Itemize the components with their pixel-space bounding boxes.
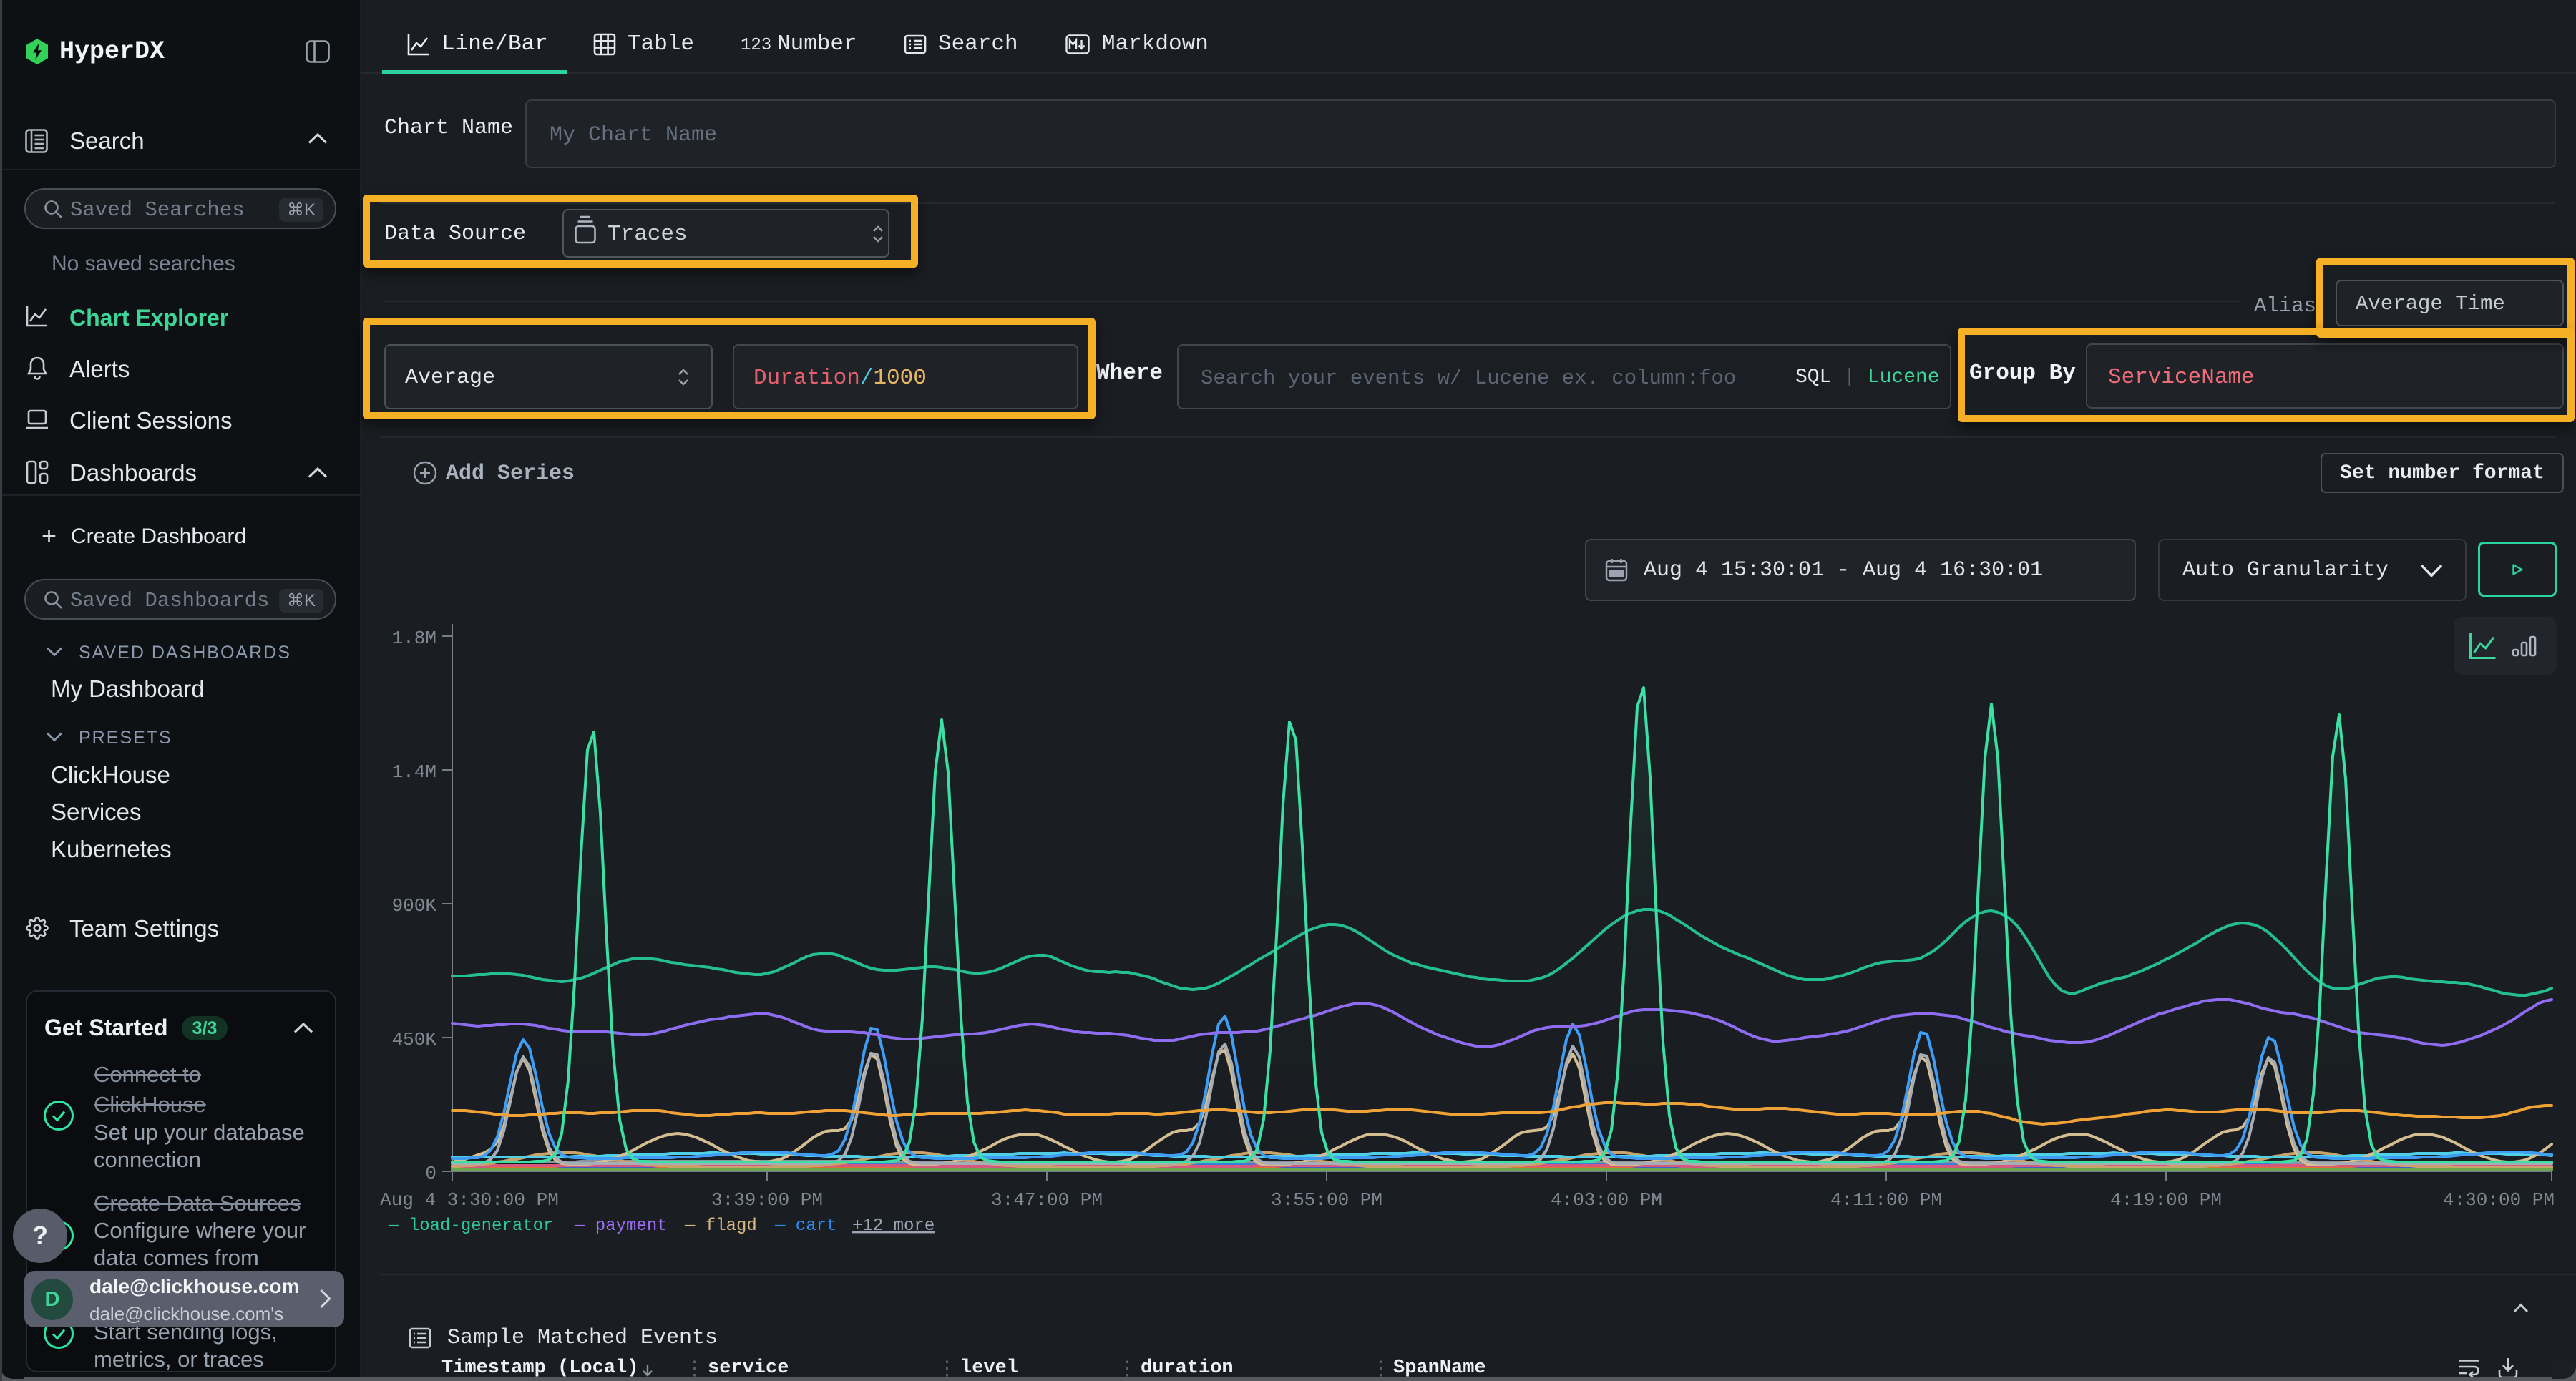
svg-text:Aug 4 3:30:00 PM: Aug 4 3:30:00 PM <box>380 1189 559 1211</box>
svg-text:3:39:00 PM: 3:39:00 PM <box>711 1189 823 1211</box>
svg-text:4:30:00 PM: 4:30:00 PM <box>2443 1189 2555 1211</box>
svg-text:1.4M: 1.4M <box>392 761 436 783</box>
svg-text:— load-generator: — load-generator <box>388 1216 553 1236</box>
svg-text:1.8M: 1.8M <box>392 628 436 649</box>
svg-text:3:55:00 PM: 3:55:00 PM <box>1271 1189 1382 1211</box>
svg-text:— payment: — payment <box>574 1216 668 1236</box>
svg-text:4:11:00 PM: 4:11:00 PM <box>1830 1189 1942 1211</box>
svg-text:— cart: — cart <box>774 1216 836 1236</box>
svg-text:+12 more: +12 more <box>852 1216 935 1236</box>
svg-text:900K: 900K <box>392 895 437 917</box>
svg-text:— flagd: — flagd <box>684 1216 757 1236</box>
svg-text:450K: 450K <box>392 1029 437 1050</box>
svg-text:4:19:00 PM: 4:19:00 PM <box>2110 1189 2222 1211</box>
svg-text:3:47:00 PM: 3:47:00 PM <box>991 1189 1103 1211</box>
svg-text:4:03:00 PM: 4:03:00 PM <box>1551 1189 1662 1211</box>
svg-text:0: 0 <box>425 1163 436 1184</box>
